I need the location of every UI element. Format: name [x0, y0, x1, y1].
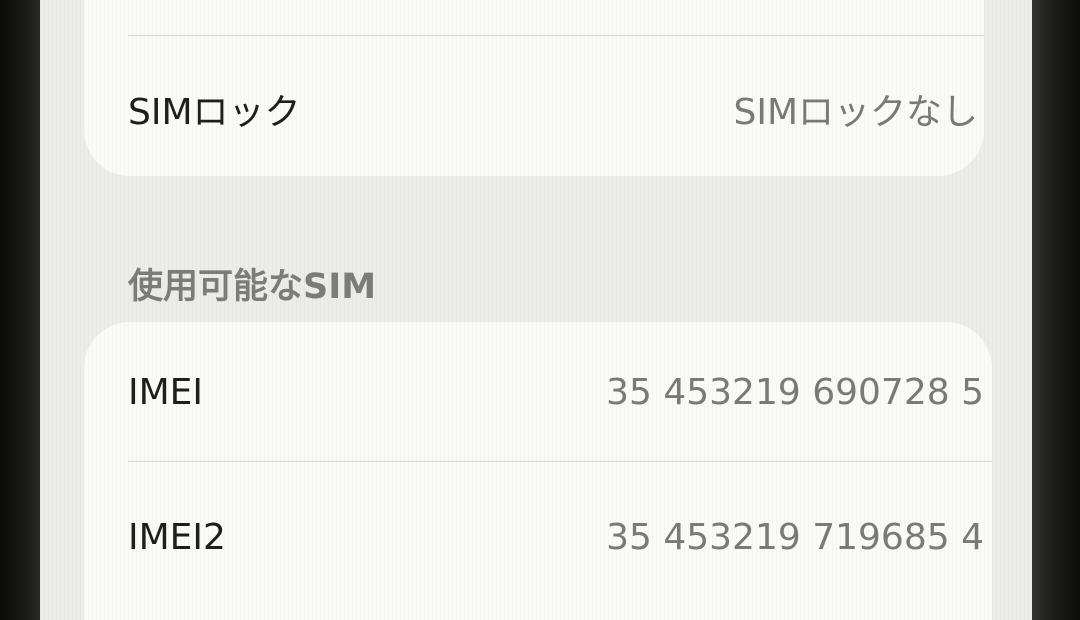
sim-lock-value: SIMロックなし [733, 92, 978, 133]
imei2-label: IMEI2 [128, 517, 226, 558]
device-bezel-left [0, 0, 40, 620]
section-header-available-sim: 使用可能なSIM [128, 267, 377, 307]
settings-screen: SIMロック SIMロックなし 使用可能なSIM IMEI 35 453219 … [40, 0, 1032, 620]
imei-value[interactable]: 35 453219 690728 5 [606, 372, 984, 413]
sim-lock-group: SIMロック SIMロックなし [84, 0, 984, 176]
row-divider [128, 35, 984, 36]
available-sim-group: IMEI 35 453219 690728 5 IMEI2 35 453219 … [84, 322, 992, 620]
imei-label: IMEI [128, 372, 204, 413]
row-divider [128, 461, 992, 462]
sim-lock-label: SIMロック [128, 92, 301, 133]
imei2-value[interactable]: 35 453219 719685 4 [606, 517, 984, 558]
device-bezel-right [1032, 0, 1080, 620]
